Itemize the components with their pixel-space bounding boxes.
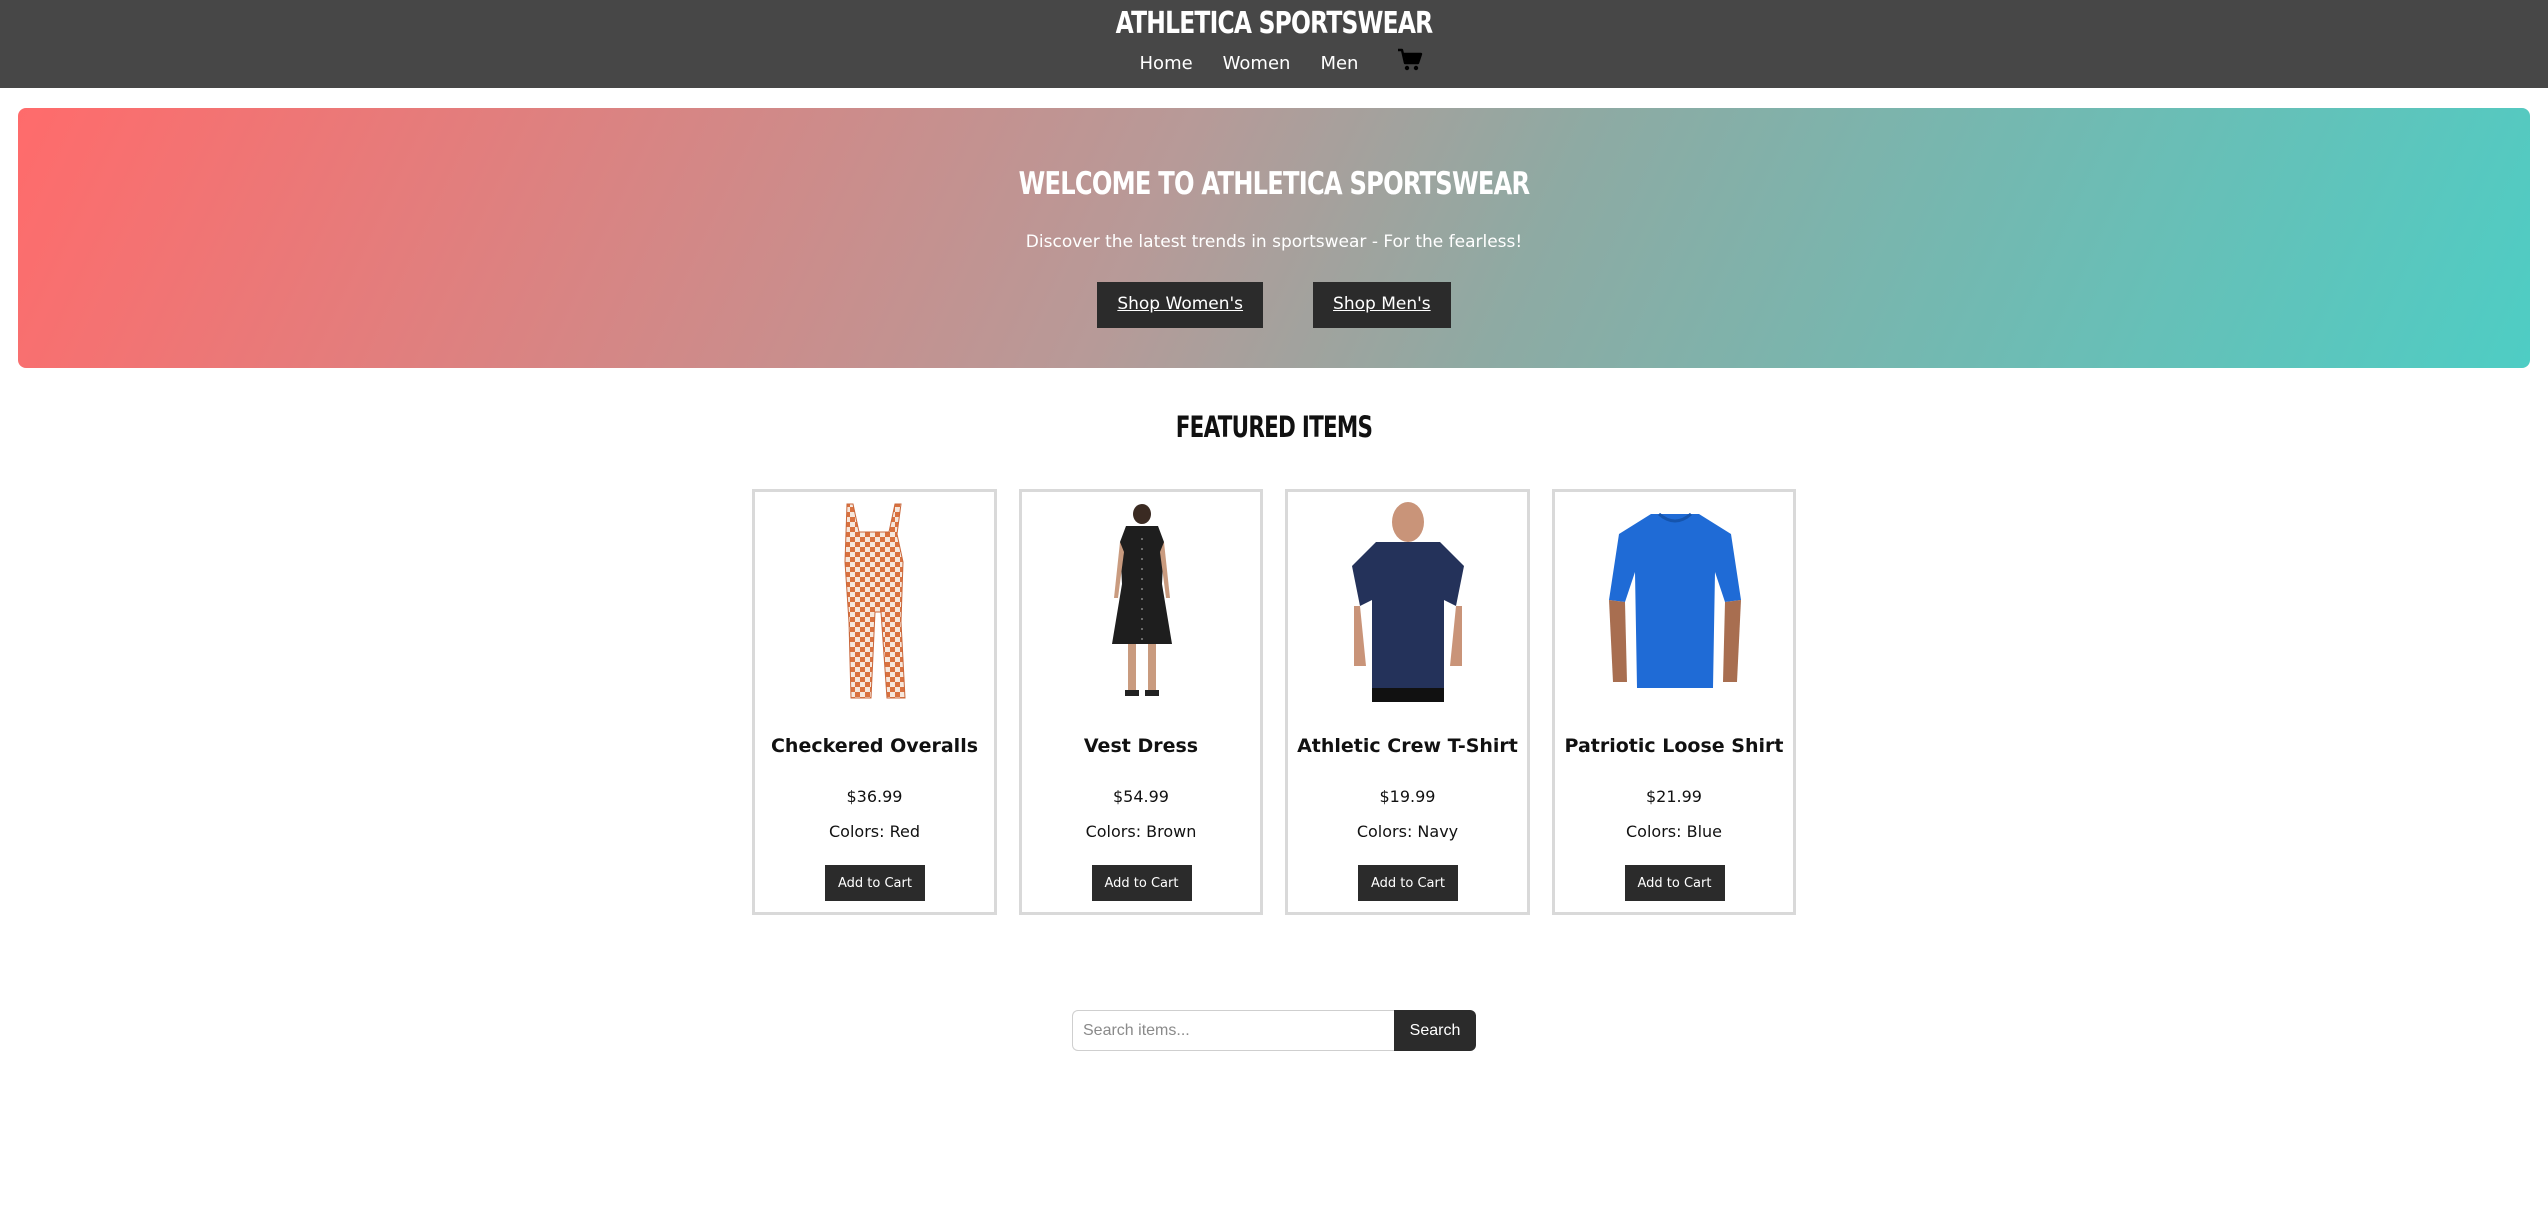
product-card: Athletic Crew T-Shirt $19.99 Colors: Nav… [1285, 489, 1530, 915]
nav-home[interactable]: Home [1125, 53, 1208, 74]
product-colors: Colors: Red [829, 822, 920, 841]
product-name[interactable]: Patriotic Loose Shirt [1555, 735, 1794, 757]
search-input[interactable] [1072, 1010, 1394, 1051]
product-grid: Checkered Overalls $36.99 Colors: Red Ad… [752, 489, 1796, 915]
add-to-cart-button[interactable]: Add to Cart [825, 865, 925, 901]
checkered-overalls-image[interactable] [755, 502, 994, 702]
product-card: Patriotic Loose Shirt $21.99 Colors: Blu… [1551, 489, 1796, 915]
navy-tshirt-image[interactable] [1288, 502, 1527, 702]
product-name[interactable]: Vest Dress [1022, 735, 1261, 757]
hero-subtitle: Discover the latest trends in sportswear… [1025, 232, 1523, 252]
product-price: $21.99 [1646, 787, 1702, 806]
cart-button[interactable] [1373, 48, 1423, 72]
main-nav: Home Women Men [0, 48, 2548, 78]
product-price: $19.99 [1379, 787, 1436, 806]
search-button[interactable]: Search [1394, 1010, 1476, 1051]
featured-items-title: FEATURED ITEMS [1175, 410, 1373, 444]
product-price: $54.99 [1113, 787, 1169, 806]
brand-logo[interactable]: ATHLETICA SPORTSWEAR [280, 6, 2267, 41]
product-colors: Colors: Blue [1626, 822, 1722, 841]
product-colors: Colors: Navy [1356, 822, 1459, 841]
product-price: $36.99 [846, 787, 903, 806]
vest-dress-image[interactable] [1022, 502, 1261, 702]
hero-banner: WELCOME TO ATHLETICA SPORTSWEAR Discover… [18, 108, 2530, 368]
nav-men[interactable]: Men [1305, 53, 1373, 74]
product-name[interactable]: Checkered Overalls [755, 735, 994, 757]
product-card: Vest Dress $54.99 Colors: Brown Add to C… [1018, 489, 1263, 915]
product-card: Checkered Overalls $36.99 Colors: Red Ad… [752, 489, 997, 915]
shopping-cart-icon [1398, 48, 1423, 71]
shop-mens-button[interactable]: Shop Men's [1313, 282, 1451, 328]
hero-title: WELCOME TO ATHLETICA SPORTSWEAR [1018, 166, 1530, 202]
add-to-cart-button[interactable]: Add to Cart [1624, 865, 1725, 901]
site-header: ATHLETICA SPORTSWEAR Home Women Men [0, 0, 2548, 88]
shop-womens-button[interactable]: Shop Women's [1097, 282, 1264, 328]
product-colors: Colors: Brown [1085, 822, 1197, 841]
product-name[interactable]: Athletic Crew T-Shirt [1288, 735, 1527, 757]
add-to-cart-button[interactable]: Add to Cart [1358, 865, 1458, 901]
nav-women[interactable]: Women [1208, 53, 1306, 74]
blue-shirt-image[interactable] [1555, 502, 1794, 702]
add-to-cart-button[interactable]: Add to Cart [1091, 865, 1192, 901]
search-form: Search [1072, 1010, 1476, 1051]
hero-buttons: Shop Women's Shop Men's [18, 282, 2530, 328]
